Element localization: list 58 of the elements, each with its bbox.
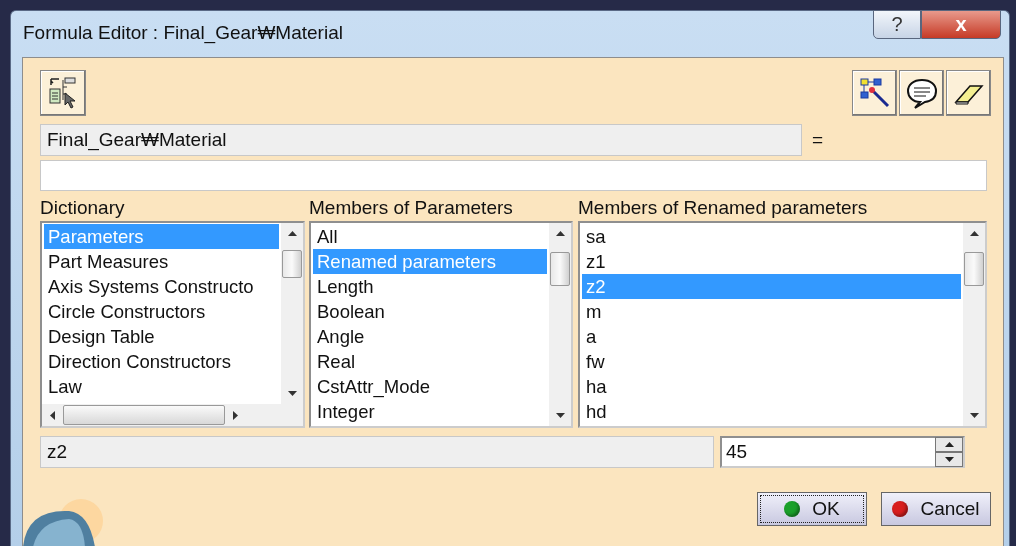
formula-input[interactable] bbox=[40, 160, 987, 191]
cancel-button[interactable]: Cancel bbox=[881, 492, 991, 526]
scroll-up-icon[interactable] bbox=[287, 231, 297, 236]
scroll-down-icon[interactable] bbox=[555, 413, 565, 418]
list-title: Members of Renamed parameters bbox=[578, 197, 869, 220]
network-wand-icon[interactable] bbox=[852, 70, 897, 116]
scroll-thumb[interactable] bbox=[964, 252, 984, 286]
list-item[interactable]: a bbox=[582, 324, 961, 349]
list-item[interactable]: Design Table bbox=[44, 324, 279, 349]
formula-target-field: Final_Gear₩Material bbox=[40, 124, 802, 156]
list-item[interactable]: Length bbox=[313, 274, 547, 299]
spin-up-icon[interactable] bbox=[944, 442, 954, 447]
list-item[interactable]: Real bbox=[313, 349, 547, 374]
ok-button[interactable]: OK bbox=[757, 492, 867, 526]
list-item[interactable]: ha bbox=[582, 374, 961, 399]
list-item[interactable]: Axis Systems Constructo bbox=[44, 274, 279, 299]
close-button[interactable]: x bbox=[921, 10, 1001, 39]
list-item[interactable]: Direction Constructors bbox=[44, 349, 279, 374]
scroll-thumb[interactable] bbox=[550, 252, 570, 286]
spin-down-icon[interactable] bbox=[944, 457, 954, 462]
value-spinner[interactable]: 45 bbox=[720, 436, 965, 468]
tree-cursor-icon[interactable] bbox=[40, 70, 86, 116]
list-item[interactable]: z1 bbox=[582, 249, 961, 274]
list-box[interactable]: Parameters Part Measures Axis Systems Constructo Circle Constructors Design Table Direction Constructors Law bbox=[40, 221, 305, 428]
vertical-scrollbar[interactable] bbox=[963, 223, 985, 426]
list-item[interactable]: Law bbox=[44, 374, 279, 399]
window-title: Formula Editor : Final_Gear₩Material bbox=[23, 22, 343, 44]
equals-sign: = bbox=[812, 129, 824, 151]
list-item[interactable]: Part Measures bbox=[44, 249, 279, 274]
list-item[interactable]: All bbox=[313, 224, 547, 249]
list-item[interactable]: hd bbox=[582, 399, 961, 424]
scroll-thumb[interactable] bbox=[63, 405, 225, 425]
list-title: Members of Parameters bbox=[309, 197, 514, 220]
list-box[interactable]: sa z1 z2 m a fw ha hd bbox=[578, 221, 987, 428]
vertical-scrollbar[interactable] bbox=[281, 223, 303, 404]
parameter-name-field: z2 bbox=[40, 436, 714, 468]
vertical-scrollbar[interactable] bbox=[549, 223, 571, 426]
scroll-down-icon[interactable] bbox=[287, 391, 297, 396]
scroll-thumb[interactable] bbox=[282, 250, 302, 278]
scroll-up-icon[interactable] bbox=[969, 231, 979, 236]
scroll-left-icon[interactable] bbox=[50, 410, 55, 420]
eraser-icon[interactable] bbox=[946, 70, 991, 116]
scroll-down-icon[interactable] bbox=[969, 413, 979, 418]
horizontal-scrollbar[interactable] bbox=[42, 404, 303, 426]
list-item[interactable]: Boolean bbox=[313, 299, 547, 324]
list-box[interactable]: All Renamed parameters Length Boolean Angle Real CstAttr_Mode Integer bbox=[309, 221, 573, 428]
help-button[interactable]: ? bbox=[873, 10, 921, 39]
list-item[interactable]: m bbox=[582, 299, 961, 324]
list-title: Dictionary bbox=[40, 197, 126, 220]
list-item[interactable]: Integer bbox=[313, 399, 547, 424]
scroll-right-icon[interactable] bbox=[233, 410, 238, 420]
list-item[interactable]: fw bbox=[582, 349, 961, 374]
scroll-up-icon[interactable] bbox=[555, 231, 565, 236]
list-item[interactable]: CstAttr_Mode bbox=[313, 374, 547, 399]
list-item[interactable]: Angle bbox=[313, 324, 547, 349]
list-item[interactable]: Circle Constructors bbox=[44, 299, 279, 324]
list-item[interactable]: sa bbox=[582, 224, 961, 249]
speech-bubble-icon[interactable] bbox=[899, 70, 944, 116]
